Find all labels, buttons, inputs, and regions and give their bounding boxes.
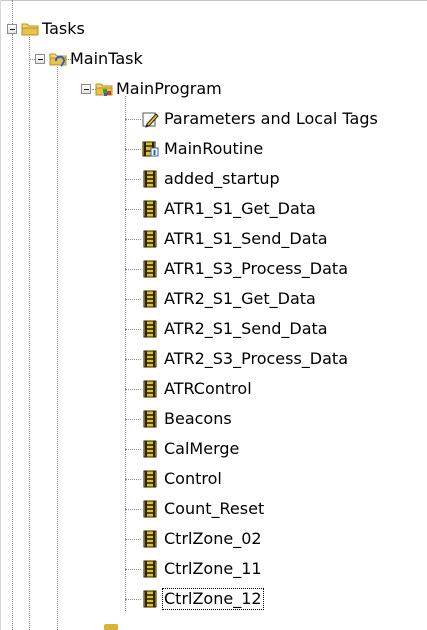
tree-node-routine[interactable]: added_startup [0, 164, 427, 194]
tree-node-label[interactable]: MainProgram [114, 78, 224, 100]
tree-node-label[interactable]: MainRoutine [162, 138, 265, 160]
ladder-routine-icon [141, 230, 159, 248]
tree-node-routine[interactable]: Count_Reset [0, 494, 427, 524]
tree-node-label[interactable]: CtrlZone_11 [162, 558, 264, 580]
tree-node-routine[interactable]: ATR2_S1_Send_Data [0, 314, 427, 344]
tree-node-label[interactable]: MainTask [68, 48, 145, 70]
tree-node-label[interactable]: ATR2_S1_Get_Data [162, 288, 318, 310]
ladder-routine-icon [141, 530, 159, 548]
ladder-routine-icon [141, 200, 159, 218]
tree-node-routine[interactable]: CtrlZone_02 [0, 524, 427, 554]
ladder-routine-icon [141, 590, 159, 608]
next-node-icon-peek [104, 624, 118, 630]
tree-node-maintask[interactable]: MainTask [0, 44, 427, 74]
tree-node-label[interactable]: Control [162, 468, 224, 490]
tree-node-label[interactable]: added_startup [162, 168, 282, 190]
ladder-routine-icon [141, 500, 159, 518]
ladder-routine-icon [141, 320, 159, 338]
tree-node-mainprogram[interactable]: MainProgram [0, 74, 427, 104]
tree-node-label[interactable]: Count_Reset [162, 498, 266, 520]
collapse-toggle[interactable] [81, 84, 91, 94]
ladder-routine-icon [141, 410, 159, 428]
tree-node-routine[interactable]: ATR1_S1_Send_Data [0, 224, 427, 254]
ladder-routine-icon [141, 350, 159, 368]
tree-node-label[interactable]: ATR2_S3_Process_Data [162, 348, 350, 370]
ladder-routine-icon [141, 470, 159, 488]
tree-node-label[interactable]: ATR2_S1_Send_Data [162, 318, 330, 340]
tree-node-label[interactable]: CalMerge [162, 438, 241, 460]
tree-node-label[interactable]: ATRControl [162, 378, 254, 400]
tree-node-routine[interactable]: MainRoutine [0, 134, 427, 164]
collapse-toggle[interactable] [35, 54, 45, 64]
tree-node-routine[interactable]: ATRControl [0, 374, 427, 404]
tree-node-label[interactable]: Parameters and Local Tags [162, 108, 380, 130]
tree-node-routine[interactable]: ATR2_S1_Get_Data [0, 284, 427, 314]
tree-node-label[interactable]: ATR1_S1_Get_Data [162, 198, 318, 220]
tree-node-label[interactable]: Tasks [40, 18, 87, 40]
tree-node-label[interactable]: CtrlZone_12 [162, 588, 264, 610]
task-folder-icon [49, 53, 67, 67]
tree-node-routine[interactable]: ATR2_S3_Process_Data [0, 344, 427, 374]
tree-node-tasks[interactable]: Tasks [0, 14, 427, 44]
ladder-routine-icon [141, 260, 159, 278]
panel-top-border [0, 0, 427, 1]
program-folder-icon [95, 83, 113, 96]
collapse-toggle[interactable] [7, 24, 17, 34]
tree-node-routine[interactable]: Control [0, 464, 427, 494]
tree-node-routine[interactable]: ATR1_S1_Get_Data [0, 194, 427, 224]
ladder-routine-icon [141, 440, 159, 458]
ladder-routine-icon [141, 560, 159, 578]
tree-node-label[interactable]: ATR1_S1_Send_Data [162, 228, 330, 250]
ladder-routine-icon [141, 290, 159, 308]
tree-node-routine[interactable]: CtrlZone_11 [0, 554, 427, 584]
controller-organizer-tree: Tasks MainTask MainProgram Parameters an… [0, 0, 427, 630]
tree-node-routine[interactable]: Parameters and Local Tags [0, 104, 427, 134]
tree-node-label[interactable]: CtrlZone_02 [162, 528, 264, 550]
ladder-routine-icon [141, 170, 159, 188]
folder-icon [21, 23, 39, 36]
tags-pencil-icon [141, 110, 159, 128]
tree-node-label[interactable]: Beacons [162, 408, 234, 430]
main-routine-icon [141, 140, 159, 158]
tree-node-label[interactable]: ATR1_S3_Process_Data [162, 258, 350, 280]
tree-node-routine[interactable]: ATR1_S3_Process_Data [0, 254, 427, 284]
tree-node-routine[interactable]: CalMerge [0, 434, 427, 464]
tree-node-routine[interactable]: Beacons [0, 404, 427, 434]
tree-node-routine[interactable]: CtrlZone_12 [0, 584, 427, 614]
ladder-routine-icon [141, 380, 159, 398]
